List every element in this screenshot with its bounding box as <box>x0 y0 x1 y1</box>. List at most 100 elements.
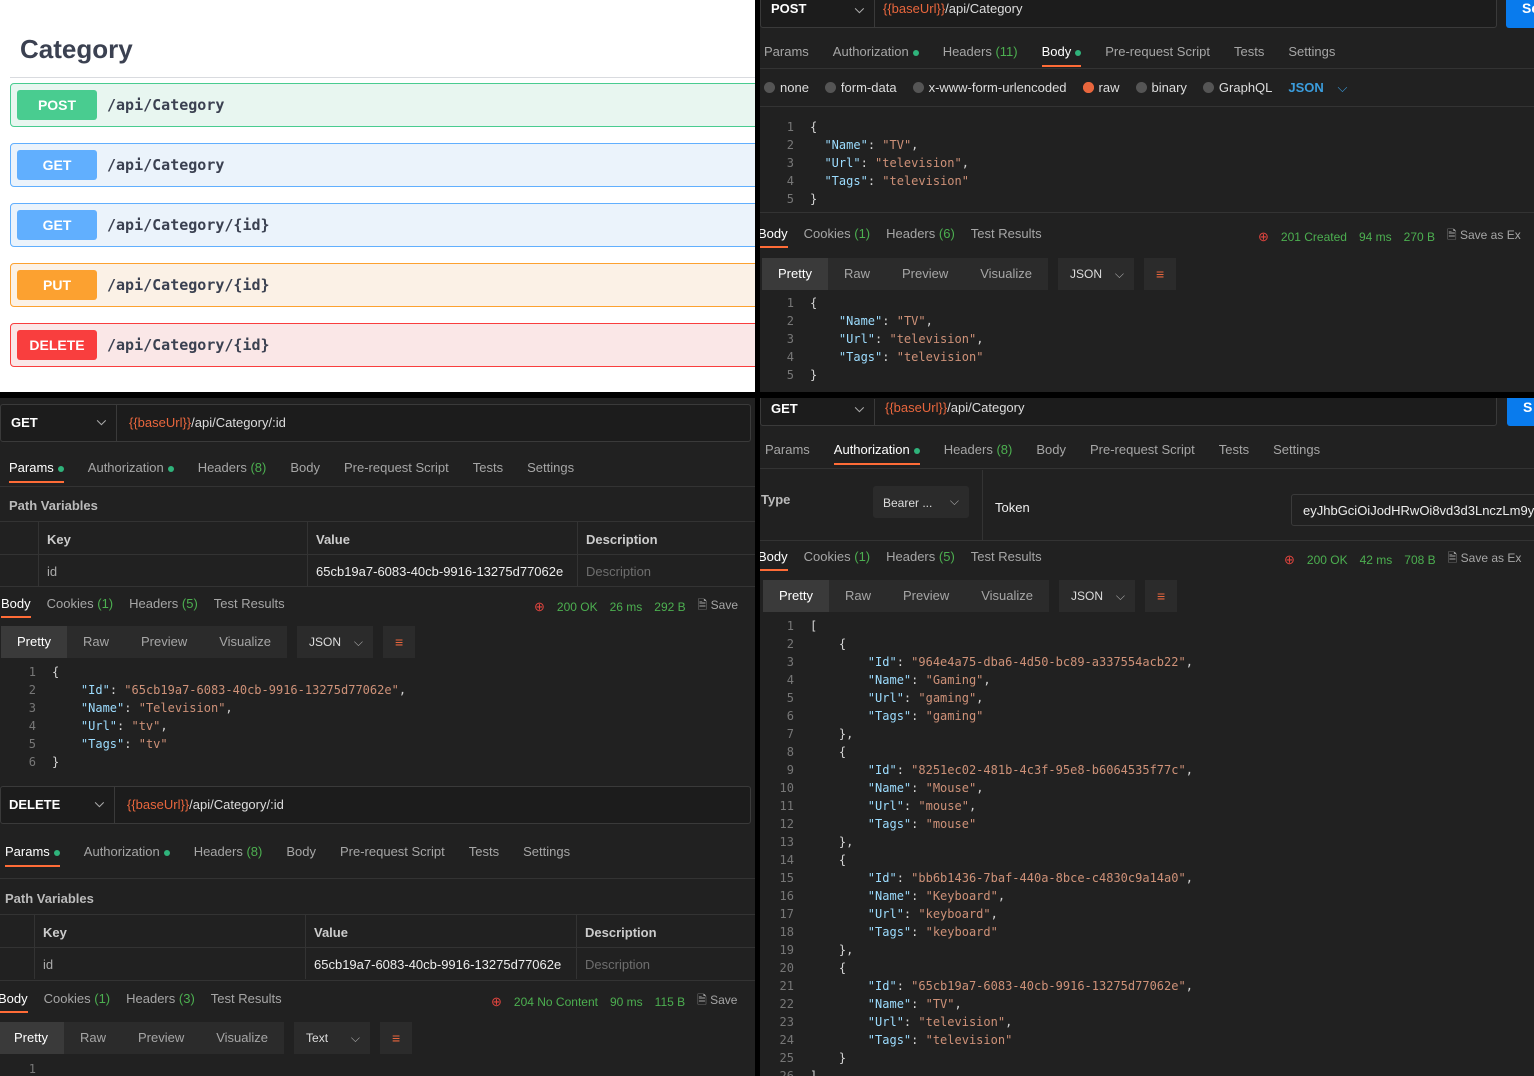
response-time[interactable]: 94 ms <box>1359 230 1392 244</box>
url-input[interactable]: {{baseUrl}}/api/Category/:id <box>127 797 284 812</box>
tab-tests[interactable]: Tests <box>473 460 503 483</box>
tab-authorization[interactable]: Authorization <box>88 460 174 483</box>
view-raw[interactable]: Raw <box>827 258 886 290</box>
description-cell[interactable]: Description <box>577 554 755 586</box>
request-body-editor[interactable]: 1 {2 "Name": "TV", 3 "Url": "television", 4… <box>764 118 1524 210</box>
status-code[interactable]: 204 No Content <box>514 995 598 1009</box>
url-input[interactable]: {{baseUrl}}/api/Category/:id <box>129 415 286 430</box>
send-button[interactable]: S <box>1507 398 1534 426</box>
method-select[interactable]: POST ⌵ <box>761 0 875 27</box>
resp-tab-test-results[interactable]: Test Results <box>211 991 282 1013</box>
resp-tab-test-results[interactable]: Test Results <box>214 596 285 618</box>
resp-tab-headers[interactable]: Headers (5) <box>886 549 955 571</box>
response-time[interactable]: 26 ms <box>610 600 643 614</box>
response-size[interactable]: 708 B <box>1404 553 1435 567</box>
resp-tab-cookies[interactable]: Cookies (1) <box>44 991 110 1013</box>
resp-tab-cookies[interactable]: Cookies (1) <box>804 226 870 248</box>
response-size[interactable]: 292 B <box>654 600 685 614</box>
response-size[interactable]: 270 B <box>1404 230 1435 244</box>
tab-headers[interactable]: Headers (8) <box>944 442 1013 465</box>
tab-settings[interactable]: Settings <box>1273 442 1320 465</box>
tab-params[interactable]: Params <box>5 844 60 867</box>
resp-tab-headers[interactable]: Headers (6) <box>886 226 955 248</box>
tab-params[interactable]: Params <box>765 442 810 465</box>
tab-body[interactable]: Body <box>286 844 316 867</box>
format-select[interactable]: JSON ⌵ <box>1059 580 1136 612</box>
tab-authorization[interactable]: Authorization <box>84 844 170 867</box>
swagger-operation-row[interactable]: DELETE/api/Category/{id} <box>10 323 755 367</box>
tab-body[interactable]: Body <box>1041 44 1082 67</box>
tab-headers[interactable]: Headers (8) <box>198 460 267 483</box>
body-format-select[interactable]: JSON ⌵ <box>1288 80 1347 96</box>
url-input[interactable]: {{baseUrl}}/api/Category <box>883 1 1023 16</box>
send-button[interactable]: Se <box>1506 0 1534 28</box>
url-input[interactable]: {{baseUrl}}/api/Category <box>885 400 1025 415</box>
token-input[interactable]: eyJhbGciOiJodHRwOi8vd3d3LnczLm9yZ <box>1291 494 1534 526</box>
view-raw[interactable]: Raw <box>63 1022 122 1054</box>
tab-params[interactable]: Params <box>9 460 64 483</box>
method-select[interactable]: DELETE ⌵ <box>1 787 115 823</box>
save-as-example-button[interactable]: 🗎 Save as Ex <box>1448 549 1522 570</box>
swagger-operation-row[interactable]: POST/api/Category <box>10 83 755 127</box>
view-pretty[interactable]: Pretty <box>1 626 67 658</box>
tab-headers[interactable]: Headers (8) <box>194 844 263 867</box>
value-cell[interactable]: 65cb19a7-6083-40cb-9916-13275d77062e <box>307 554 577 586</box>
description-cell[interactable]: Description <box>576 947 755 979</box>
view-preview[interactable]: Preview <box>121 1022 201 1054</box>
auth-type-select[interactable]: Bearer ... ⌵ <box>873 486 969 518</box>
status-code[interactable]: 201 Created <box>1281 230 1347 244</box>
tab-authorization[interactable]: Authorization <box>833 44 919 67</box>
tab-pre-request-script[interactable]: Pre-request Script <box>344 460 449 483</box>
tab-body[interactable]: Body <box>290 460 320 483</box>
tab-tests[interactable]: Tests <box>1234 44 1264 67</box>
view-raw[interactable]: Raw <box>828 580 887 612</box>
view-pretty[interactable]: Pretty <box>762 258 828 290</box>
tab-pre-request-script[interactable]: Pre-request Script <box>1090 442 1195 465</box>
key-cell[interactable]: id <box>38 554 308 586</box>
tab-pre-request-script[interactable]: Pre-request Script <box>340 844 445 867</box>
resp-tab-test-results[interactable]: Test Results <box>971 549 1042 571</box>
tab-tests[interactable]: Tests <box>469 844 499 867</box>
view-visualize[interactable]: Visualize <box>203 626 288 658</box>
format-select[interactable]: JSON ⌵ <box>1058 258 1135 290</box>
response-time[interactable]: 42 ms <box>1360 553 1393 567</box>
resp-tab-body[interactable]: Body <box>0 991 28 1013</box>
format-select[interactable]: Text ⌵ <box>294 1022 371 1054</box>
resp-tab-body[interactable]: Body <box>760 549 788 571</box>
resp-tab-test-results[interactable]: Test Results <box>971 226 1042 248</box>
method-select[interactable]: GET ⌵ <box>1 405 117 441</box>
radio-binary[interactable]: binary <box>1135 80 1187 96</box>
response-size[interactable]: 115 B <box>655 995 685 1009</box>
resp-tab-body[interactable]: Body <box>760 226 788 248</box>
value-cell[interactable]: 65cb19a7-6083-40cb-9916-13275d77062e <box>305 947 577 979</box>
tab-headers[interactable]: Headers (11) <box>943 44 1018 67</box>
view-preview[interactable]: Preview <box>885 258 965 290</box>
view-visualize[interactable]: Visualize <box>200 1022 285 1054</box>
view-visualize[interactable]: Visualize <box>965 580 1050 612</box>
globe-icon[interactable]: ⊕ <box>1258 229 1269 245</box>
globe-icon[interactable]: ⊕ <box>534 599 545 615</box>
view-pretty[interactable]: Pretty <box>0 1022 64 1054</box>
radio-graphql[interactable]: GraphQL <box>1202 80 1272 96</box>
wrap-lines-icon[interactable]: ≡ <box>1144 258 1177 290</box>
wrap-lines-icon[interactable]: ≡ <box>380 1022 413 1054</box>
resp-tab-cookies[interactable]: Cookies (1) <box>804 549 870 571</box>
swagger-operation-row[interactable]: GET/api/Category <box>10 143 755 187</box>
wrap-lines-icon[interactable]: ≡ <box>383 626 416 658</box>
radio-none[interactable]: none <box>764 80 809 96</box>
radio-form-data[interactable]: form-data <box>824 80 897 96</box>
key-cell[interactable]: id <box>34 947 306 979</box>
save-button[interactable]: 🗎 Save <box>697 991 737 1012</box>
view-visualize[interactable]: Visualize <box>964 258 1049 290</box>
view-pretty[interactable]: Pretty <box>763 580 829 612</box>
tab-authorization[interactable]: Authorization <box>833 442 920 465</box>
resp-tab-headers[interactable]: Headers (3) <box>126 991 195 1013</box>
save-as-example-button[interactable]: 🗎 Save as Ex <box>1447 226 1521 247</box>
response-time[interactable]: 90 ms <box>610 995 643 1009</box>
wrap-lines-icon[interactable]: ≡ <box>1145 580 1178 612</box>
view-preview[interactable]: Preview <box>124 626 204 658</box>
radio-urlencoded[interactable]: x-www-form-urlencoded <box>912 80 1067 96</box>
resp-tab-body[interactable]: Body <box>1 596 31 618</box>
status-code[interactable]: 200 OK <box>1307 553 1348 567</box>
format-select[interactable]: JSON ⌵ <box>297 626 374 658</box>
